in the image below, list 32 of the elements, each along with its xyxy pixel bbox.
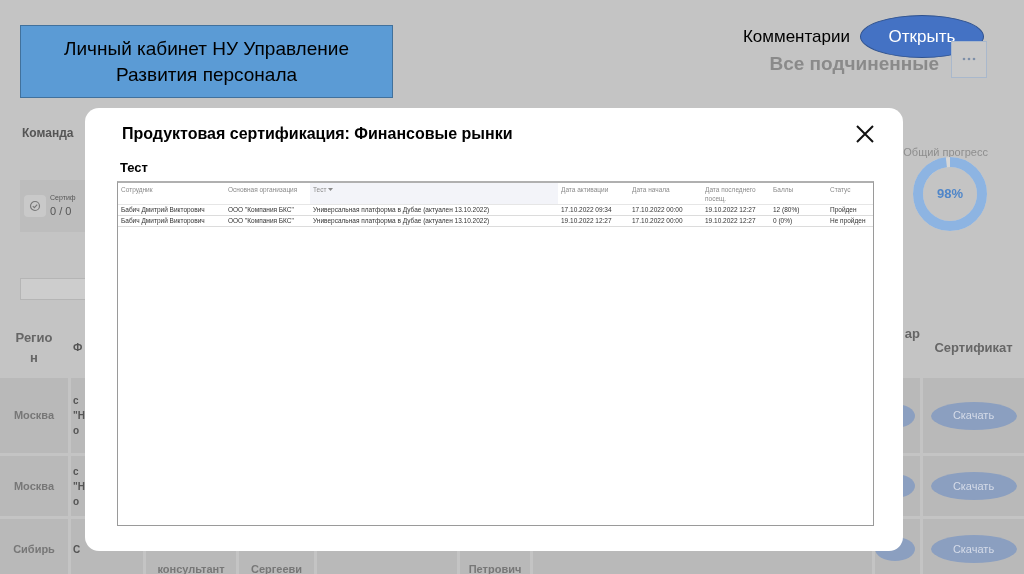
team-tab[interactable]: Команда <box>22 124 74 180</box>
dialog-title: Продуктовая сертификация: Финансовые рынки <box>122 124 513 144</box>
progress-value: 98% <box>936 185 964 204</box>
column-header: ар <box>903 325 920 343</box>
cell-text: "Н <box>73 409 85 423</box>
region-cell-text: Москва <box>13 478 55 494</box>
column-header: Ф <box>73 340 83 356</box>
cell-text: с <box>73 464 79 479</box>
sort-caret-icon <box>328 187 334 192</box>
region-cell-text: Москва <box>13 408 55 424</box>
more-icon <box>962 57 976 62</box>
cell-text: консультант <box>157 561 225 574</box>
cell-text: о <box>73 494 80 509</box>
close-icon <box>856 125 874 143</box>
check-icon <box>24 195 46 217</box>
page-title-banner: Личный кабинет НУ Управление Развития персонала <box>20 25 393 98</box>
cell-text: с <box>73 394 79 408</box>
cell-text: Сергееви <box>250 561 303 574</box>
cell-text: о <box>73 424 80 438</box>
download-button[interactable]: Скачать <box>930 401 1017 430</box>
stat-value: 0 / 0 <box>50 204 73 219</box>
cell-text: "Н <box>73 479 85 494</box>
cell-text: С <box>73 542 81 557</box>
close-button[interactable] <box>855 124 875 144</box>
column-header: Регион <box>14 328 54 367</box>
download-button[interactable]: Скачать <box>930 472 1017 500</box>
section-label: Тест <box>120 159 149 177</box>
cell-text: Петрович <box>468 561 522 574</box>
region-cell-text: Сибирь <box>13 541 55 557</box>
comments-label: Комментарии <box>742 25 850 48</box>
download-button[interactable]: Скачать <box>930 535 1017 563</box>
column-header: Сертификат <box>933 338 1014 357</box>
